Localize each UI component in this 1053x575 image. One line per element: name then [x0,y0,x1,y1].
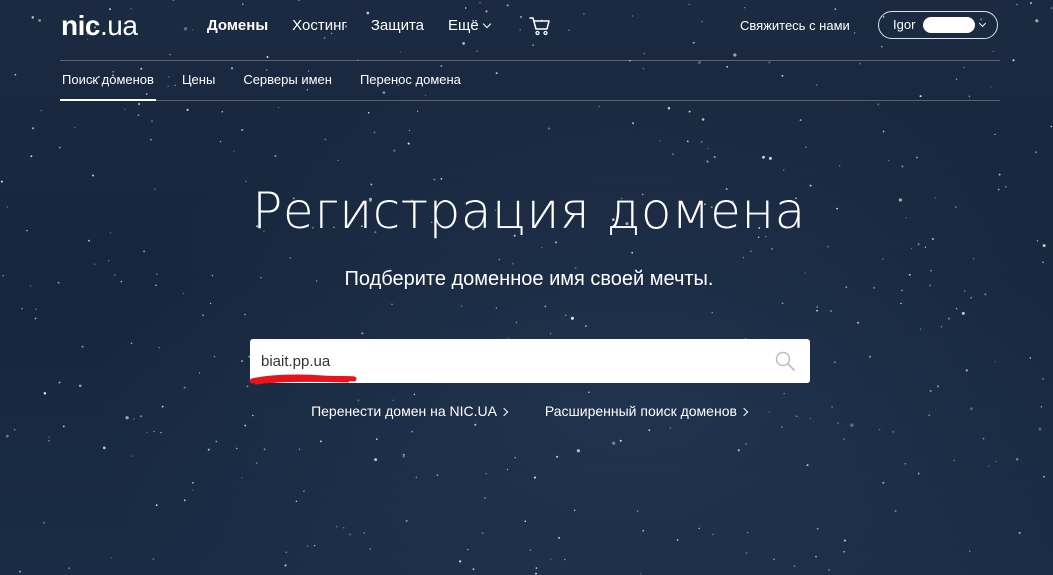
nav-item-protection[interactable]: Защита [371,16,424,36]
subnav-item-label: Цены [181,72,216,87]
subnav-item-domain-search[interactable]: Поиск доменов [60,71,156,101]
cart-icon[interactable] [529,16,551,36]
subnav-item-label: Серверы имен [243,72,332,87]
search-links: Перенести домен на NIC.UA Расширенный по… [0,402,1053,420]
main-nav: Домены Хостинг Защита Ещё [207,16,514,36]
search-icon[interactable] [774,350,796,372]
subnav-item-label: Перенос домена [359,72,461,87]
domain-search-box [250,339,810,383]
user-menu-button[interactable]: Igor [878,11,998,39]
advanced-search-link[interactable]: Расширенный поиск доменов [544,402,749,420]
chevron-right-icon [499,407,509,417]
chevron-down-icon [482,19,491,29]
nav-item-domains-label: Домены [207,17,269,34]
header-divider [60,60,1000,61]
site-logo[interactable]: nic.ua [61,9,138,43]
top-header: nic.ua Домены Хостинг Защита Ещё Свяжите… [0,0,1053,52]
nav-item-protection-label: Защита [370,17,425,34]
logo-nic: nic [61,10,100,41]
contact-link[interactable]: Свяжитесь с нами [740,17,850,35]
transfer-domain-link[interactable]: Перенести домен на NIC.UA [311,402,509,420]
nav-item-hosting[interactable]: Хостинг [292,16,347,36]
chevron-down-icon [978,19,987,28]
subnav-item-domain-transfer[interactable]: Перенос домена [360,71,461,89]
redacted-username [923,17,975,33]
nav-item-domains[interactable]: Домены [207,16,268,36]
page-title: Регистрация домена [252,182,806,240]
domain-search-input[interactable] [250,339,760,383]
subnav-item-label: Поиск доменов [62,72,154,87]
transfer-domain-label: Перенести домен на NIC.UA [311,403,497,419]
sub-nav: Поиск доменов Цены Серверы имен Перенос … [60,71,489,101]
subnav-item-prices[interactable]: Цены [182,71,215,89]
subnav-divider [60,100,1000,101]
nav-item-more[interactable]: Ещё [448,16,491,36]
page-subtitle: Подберите доменное имя своей мечты. [344,268,714,290]
nav-item-more-label: Ещё [448,17,479,34]
logo-ua: .ua [99,10,138,41]
advanced-search-label: Расширенный поиск доменов [544,403,737,419]
subnav-item-nameservers[interactable]: Серверы имен [243,71,332,89]
chevron-right-icon [739,407,749,417]
nav-item-hosting-label: Хостинг [292,17,347,34]
user-name: Igor [893,17,916,32]
